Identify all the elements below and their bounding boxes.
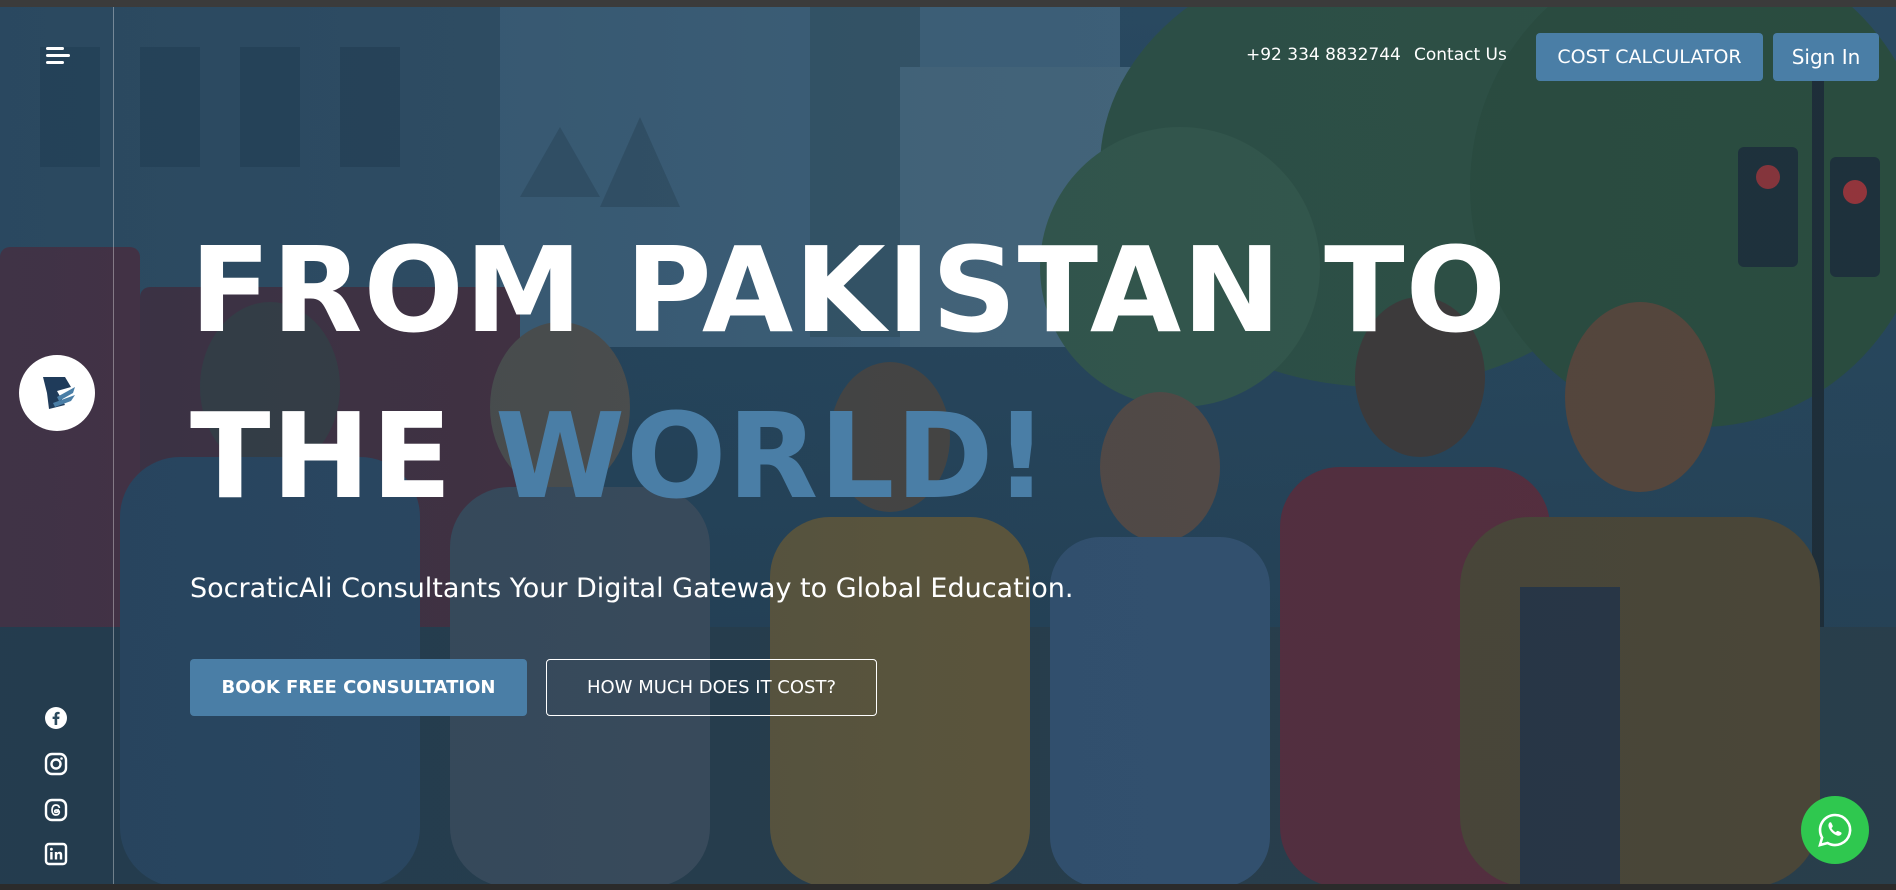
headline-line-2-accent: WORLD! xyxy=(494,387,1050,525)
window-top-strip xyxy=(0,0,1896,7)
nav-phone-link[interactable]: +92 334 8832744 xyxy=(1246,45,1401,65)
threads-icon[interactable] xyxy=(44,798,68,822)
facebook-icon[interactable] xyxy=(44,706,68,730)
whatsapp-button[interactable] xyxy=(1801,796,1869,864)
hero-section: +92 334 8832744 Contact Us COST CALCULAT… xyxy=(0,7,1896,884)
linkedin-icon[interactable] xyxy=(44,842,68,866)
instagram-icon[interactable] xyxy=(44,752,68,776)
menu-button[interactable] xyxy=(42,43,72,69)
headline-line-2-prefix: THE xyxy=(190,387,495,525)
hero-subtitle: SocraticAli Consultants Your Digital Gat… xyxy=(190,573,1074,604)
headline-line-1: FROM PAKISTAN TO xyxy=(190,221,1507,359)
logo-icon xyxy=(43,377,75,409)
hero-headline: FROM PAKISTAN TO THE WORLD! xyxy=(190,207,1507,539)
menu-icon xyxy=(46,47,64,50)
book-consultation-button[interactable]: BOOK FREE CONSULTATION xyxy=(190,659,527,716)
cost-calculator-button[interactable]: COST CALCULATOR xyxy=(1536,33,1763,81)
whatsapp-icon xyxy=(1818,813,1852,847)
brand-logo[interactable] xyxy=(19,355,95,431)
sign-in-button[interactable]: Sign In xyxy=(1773,33,1879,81)
menu-icon-bar xyxy=(46,54,70,57)
sidebar-divider xyxy=(113,7,114,884)
nav-contact-link[interactable]: Contact Us xyxy=(1414,45,1507,65)
window-bottom-strip xyxy=(0,884,1896,890)
menu-icon-bar xyxy=(46,61,64,64)
how-much-cost-button[interactable]: HOW MUCH DOES IT COST? xyxy=(546,659,877,716)
